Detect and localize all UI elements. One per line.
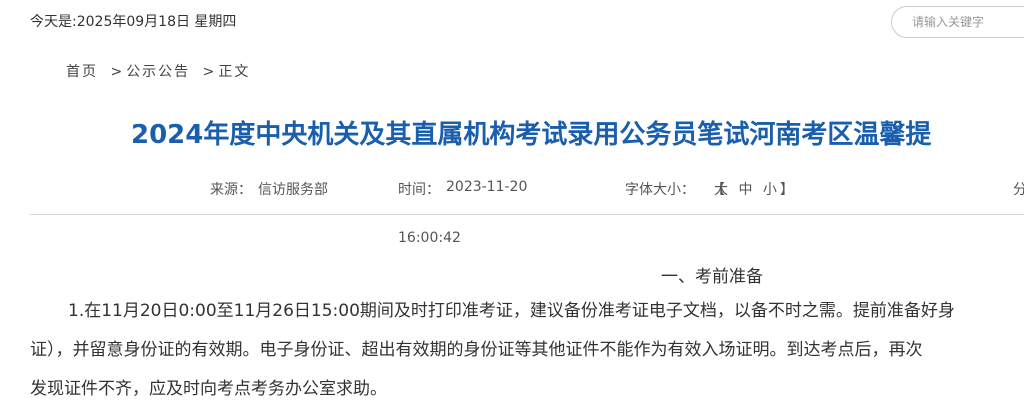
time-value: 2023-11-20: [446, 179, 528, 195]
article-paragraph: 1.在11月20日0:00至11月26日15:00期间及时打印准考证，建议备份准…: [30, 292, 1024, 400]
font-size-close-bracket: 】: [779, 182, 794, 198]
source-value: 信访服务部: [258, 182, 328, 198]
paragraph-line: 发现证件不齐，应及时向考点考务办公室求助。: [30, 379, 387, 399]
breadcrumb: 首页 > 公示公告 > 正文: [66, 61, 250, 81]
breadcrumb-notices-link[interactable]: 公示公告: [126, 64, 190, 80]
paragraph-line: 证），并留意身份证的有效期。电子身份证、超出有效期的身份证等其他证件不能作为有效…: [30, 340, 923, 360]
paragraph-line: 1.在11月20日0:00至11月26日15:00期间及时打印准考证，建议备份准…: [68, 301, 955, 321]
share-label: 分: [1013, 182, 1024, 198]
source-label: 来源：: [210, 182, 252, 198]
font-size-switcher: 【 大 中 小 】: [711, 179, 794, 199]
font-size-small-button[interactable]: 小: [763, 182, 777, 198]
font-size-medium-button[interactable]: 中: [738, 182, 752, 198]
breadcrumb-home-link[interactable]: 首页: [66, 64, 98, 80]
breadcrumb-separator: >: [110, 64, 125, 80]
search-input[interactable]: [891, 6, 1024, 38]
current-date: 今天是:2025年09月18日 星期四: [30, 14, 237, 30]
article-title: 2024年度中央机关及其直属机构考试录用公务员笔试河南考区温馨提: [131, 120, 932, 150]
time-value-continued: 16:00:42: [398, 230, 461, 246]
section-heading: 一、考前准备: [661, 267, 763, 287]
breadcrumb-separator: >: [202, 64, 217, 80]
meta-divider: [30, 214, 1024, 215]
breadcrumb-current: 正文: [218, 64, 251, 80]
font-size-open-bracket: 【: [711, 182, 725, 198]
article-meta: 来源： 信访服务部 时间： 2023-11-20 字体大小： 【 大 中 小 】…: [0, 179, 1024, 199]
article-page: 今天是:2025年09月18日 星期四 首页 >公示公告 >正文 2024年度中…: [0, 0, 1024, 400]
time-label: 时间：: [398, 182, 440, 198]
font-size-label: 字体大小：: [625, 182, 695, 198]
